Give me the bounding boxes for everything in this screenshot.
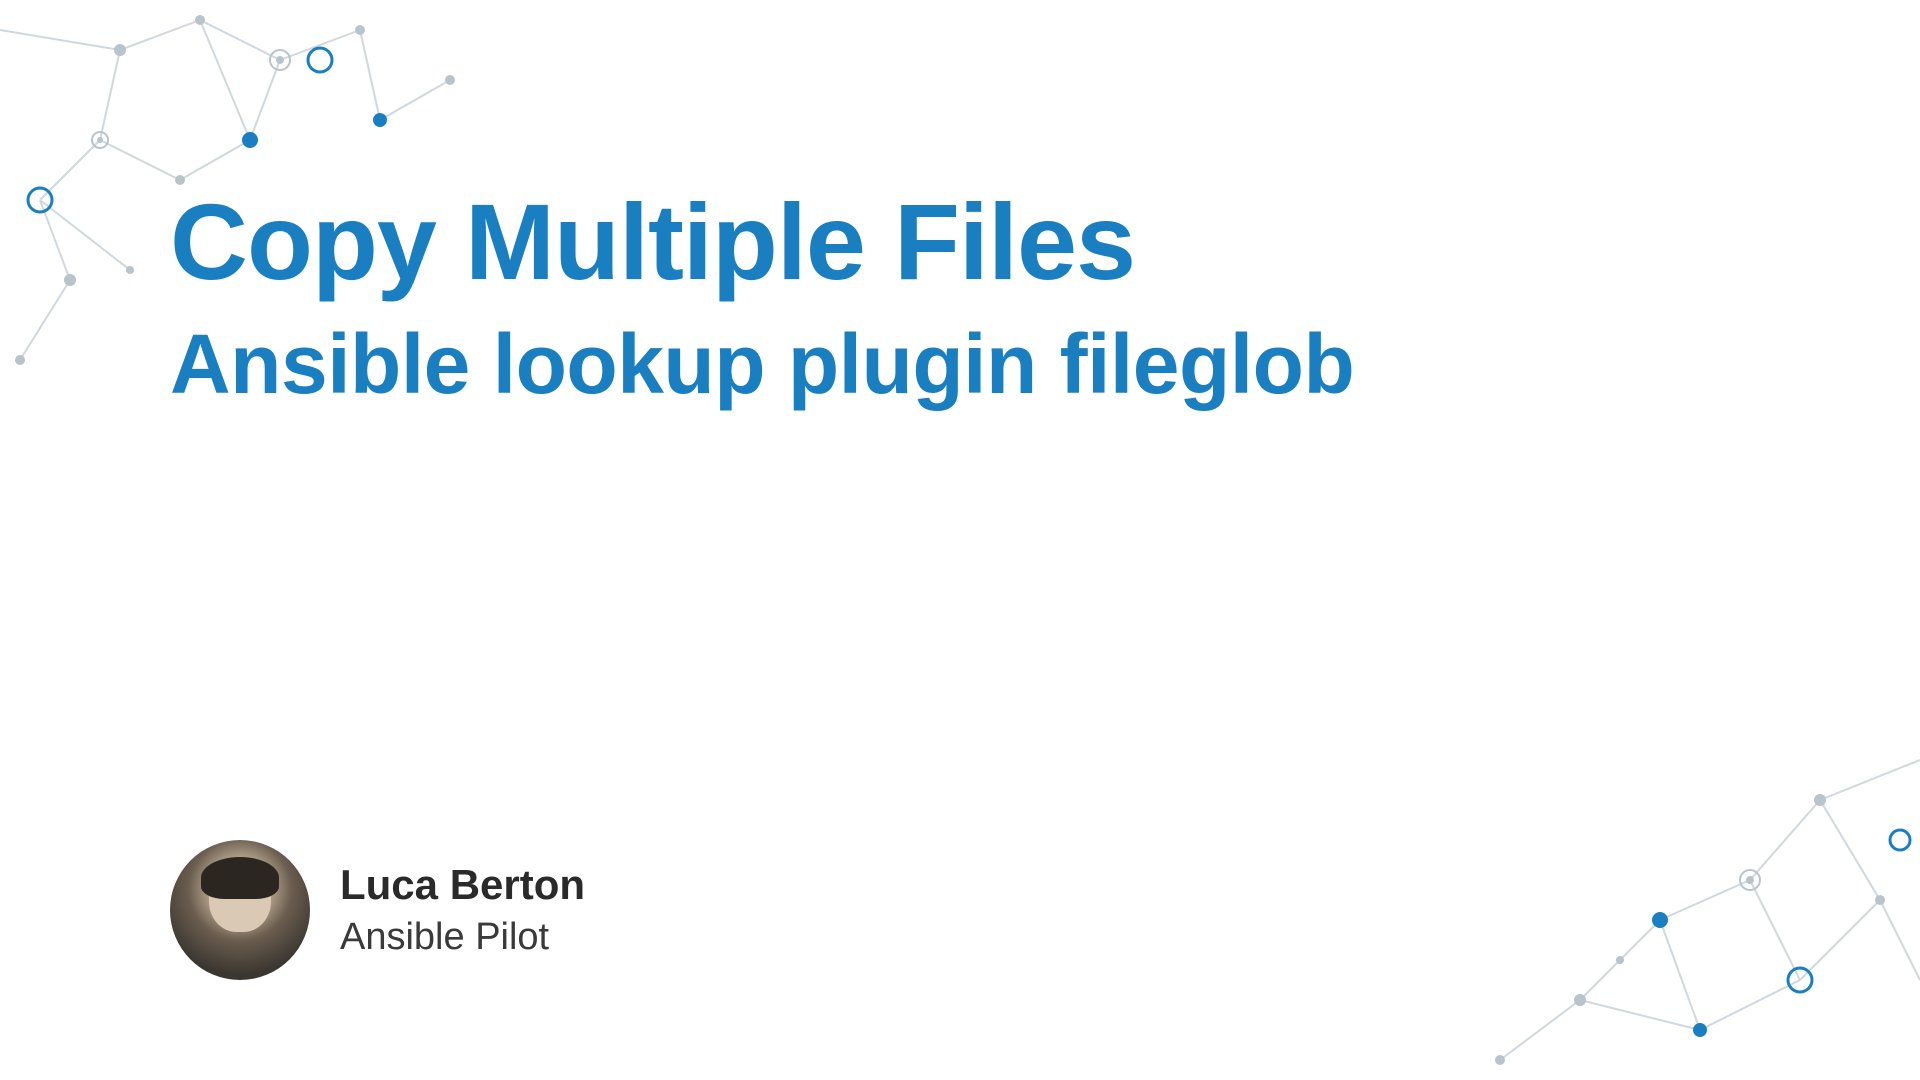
slide-subtitle: Ansible lookup plugin fileglob [170,314,1820,415]
presentation-slide: Copy Multiple Files Ansible lookup plugi… [0,0,1920,1080]
author-avatar [170,840,310,980]
author-text-block: Luca Berton Ansible Pilot [340,858,585,962]
author-name: Luca Berton [340,858,585,913]
slide-title: Copy Multiple Files [170,180,1820,304]
author-section: Luca Berton Ansible Pilot [170,840,585,980]
decorative-network-bottom-right [1400,700,1920,1080]
author-role: Ansible Pilot [340,913,585,962]
